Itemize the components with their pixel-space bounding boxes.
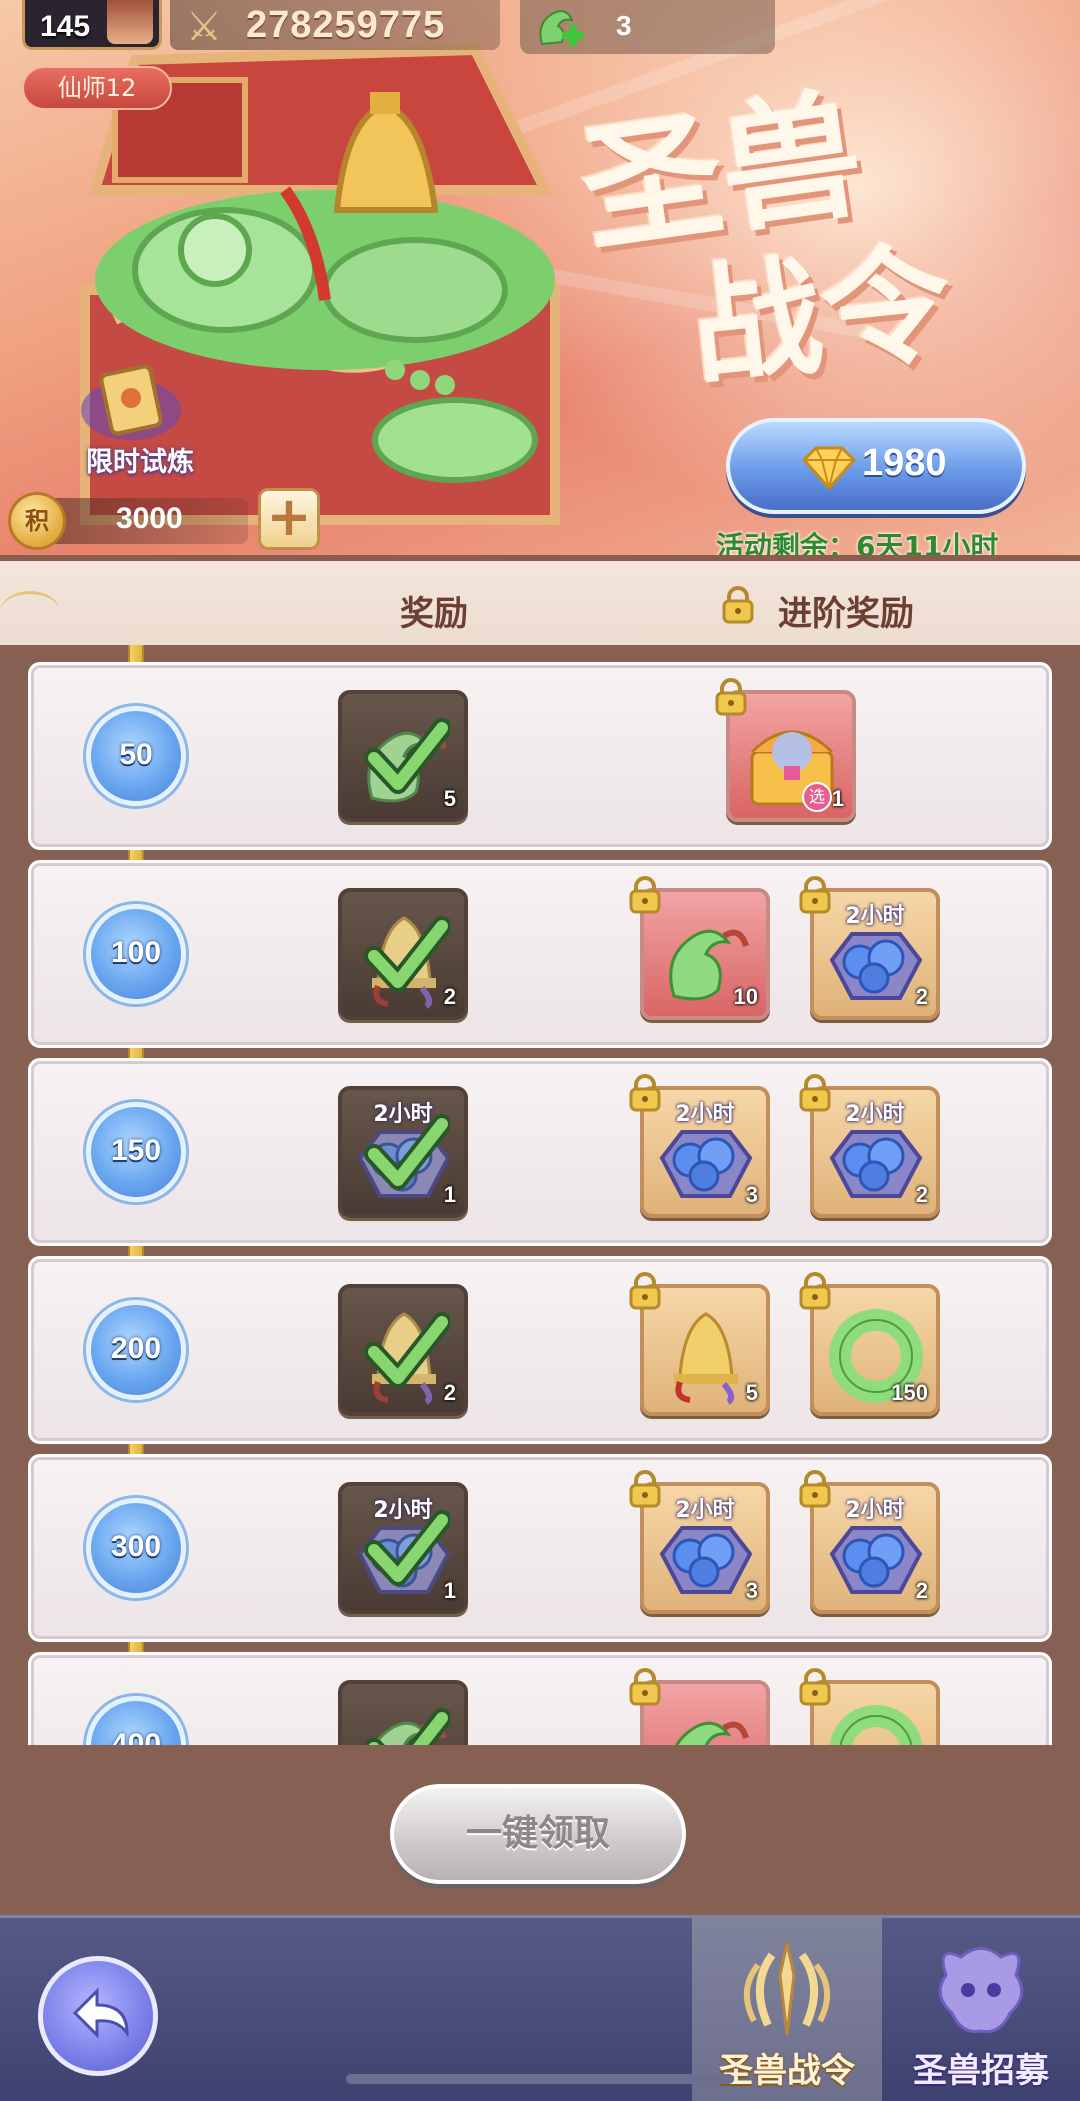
advanced-reward-item[interactable]: 10 — [629, 876, 770, 1020]
advanced-reward-item[interactable]: 2小时 2 — [799, 1074, 940, 1218]
reward-quantity: 2 — [915, 1578, 928, 1603]
free-reward-item[interactable]: 2小时 1 — [338, 1482, 468, 1614]
reward-duration: 2小时 — [675, 1102, 735, 1127]
points-coin-icon: 积 — [8, 492, 66, 550]
free-reward-item[interactable]: 2 — [338, 1284, 468, 1416]
reward-quantity: 3 — [745, 1182, 758, 1207]
title-badge: 仙师12 — [22, 66, 172, 110]
select-badge: 选 — [802, 782, 832, 812]
advanced-reward-item[interactable]: 2小时 2 — [799, 1470, 940, 1614]
advanced-reward-column-label: 进阶奖励 — [778, 594, 914, 634]
lock-icon — [798, 1668, 832, 1706]
reward-quantity: 150 — [891, 1380, 928, 1405]
reward-list[interactable]: 5 选 1 50 2 10 2小时 2 100 2小时 1 2小时 3 2小时 2 150 2 5 150 200 2小… — [20, 645, 1060, 1745]
milestone-points: 100 — [86, 904, 186, 1004]
free-reward-item[interactable] — [338, 1680, 468, 1745]
free-reward-item[interactable]: 5 — [338, 690, 468, 822]
lock-icon — [628, 876, 662, 914]
reward-quantity: 10 — [733, 984, 758, 1009]
beast-pass-icon — [744, 1942, 830, 2036]
claimed-check-icon — [364, 1110, 452, 1196]
claim-all-button[interactable]: 一键领取 — [390, 1784, 686, 1884]
claimed-check-icon — [364, 1704, 452, 1745]
points-display: 积 3000 — [8, 490, 248, 550]
purchase-price[interactable]: 1980 — [862, 442, 947, 485]
lock-icon — [628, 1470, 662, 1508]
crossed-swords-icon: ⚔ — [186, 4, 222, 50]
reward-quantity: 1 — [831, 786, 844, 811]
back-arrow-icon — [72, 1987, 129, 2039]
jade-dragon-add-icon[interactable] — [532, 4, 588, 50]
diamond-icon[interactable] — [800, 444, 858, 492]
beast-summon-icon — [938, 1947, 1024, 2034]
back-button[interactable] — [38, 1956, 158, 2076]
lock-icon — [798, 876, 832, 914]
reward-duration: 2小时 — [845, 904, 905, 929]
free-reward-item[interactable]: 2 — [338, 888, 468, 1020]
beast-count-value: 3 — [616, 10, 632, 41]
advanced-reward-item[interactable]: 2小时 3 — [629, 1074, 770, 1218]
lock-icon — [798, 1470, 832, 1508]
milestone-points: 200 — [86, 1300, 186, 1400]
golden-bell-icon — [654, 1302, 758, 1406]
event-title-line2: 战令 — [683, 224, 959, 405]
lock-icon — [628, 1668, 662, 1706]
claimed-check-icon — [364, 1506, 452, 1592]
advanced-reward-item[interactable]: 5 — [629, 1272, 770, 1416]
combat-power-value: 278259775 — [246, 4, 446, 46]
advanced-reward-item[interactable]: 2小时 2 — [799, 876, 940, 1020]
jade-dragon-icon — [654, 1698, 758, 1745]
free-reward-column-label: 奖励 — [400, 594, 468, 634]
tab-beast-summon[interactable]: 圣兽招募 — [886, 1915, 1076, 2101]
add-points-button[interactable]: + — [258, 488, 320, 550]
reward-duration: 2小时 — [845, 1498, 905, 1523]
advanced-reward-item[interactable]: 2小时 3 — [629, 1470, 770, 1614]
lock-icon — [628, 1074, 662, 1112]
reward-quantity: 2 — [915, 1182, 928, 1207]
advanced-reward-item[interactable] — [629, 1668, 770, 1745]
lock-icon — [722, 586, 754, 624]
advanced-reward-item[interactable] — [799, 1668, 940, 1745]
top-status-bar: 145 ⚔ 278259775 3 — [0, 0, 780, 56]
milestone-points: 150 — [86, 1102, 186, 1202]
lock-icon — [714, 678, 748, 716]
reward-duration: 2小时 — [675, 1498, 735, 1523]
advanced-reward-item[interactable]: 150 — [799, 1272, 940, 1416]
reward-quantity: 3 — [745, 1578, 758, 1603]
milestone-points: 50 — [86, 706, 186, 806]
claimed-check-icon — [364, 1308, 452, 1394]
tab-beast-summon-label: 圣兽招募 — [913, 2051, 1049, 2091]
avatar-portrait — [107, 0, 153, 44]
event-title: 圣兽 战令 — [540, 60, 1060, 404]
jade-ring-icon — [824, 1698, 928, 1745]
reward-duration: 2小时 — [845, 1102, 905, 1127]
scroll-book-icon — [81, 364, 181, 440]
player-level: 145 — [40, 10, 91, 43]
free-reward-item[interactable]: 2小时 1 — [338, 1086, 468, 1218]
reward-column-header — [0, 555, 1080, 645]
lock-icon — [628, 1272, 662, 1310]
tab-beast-pass-label: 圣兽战令 — [719, 2051, 855, 2091]
lock-icon — [798, 1272, 832, 1310]
claimed-check-icon — [364, 714, 452, 800]
milestone-points: 300 — [86, 1498, 186, 1598]
home-indicator — [346, 2074, 734, 2084]
limited-trial-label: 限时试炼 — [86, 447, 194, 478]
claimed-check-icon — [364, 912, 452, 998]
lock-icon — [798, 1074, 832, 1112]
reward-quantity: 2 — [915, 984, 928, 1009]
points-value: 3000 — [116, 502, 183, 535]
advanced-reward-item[interactable]: 选1 — [715, 678, 856, 822]
reward-quantity: 5 — [745, 1380, 758, 1405]
